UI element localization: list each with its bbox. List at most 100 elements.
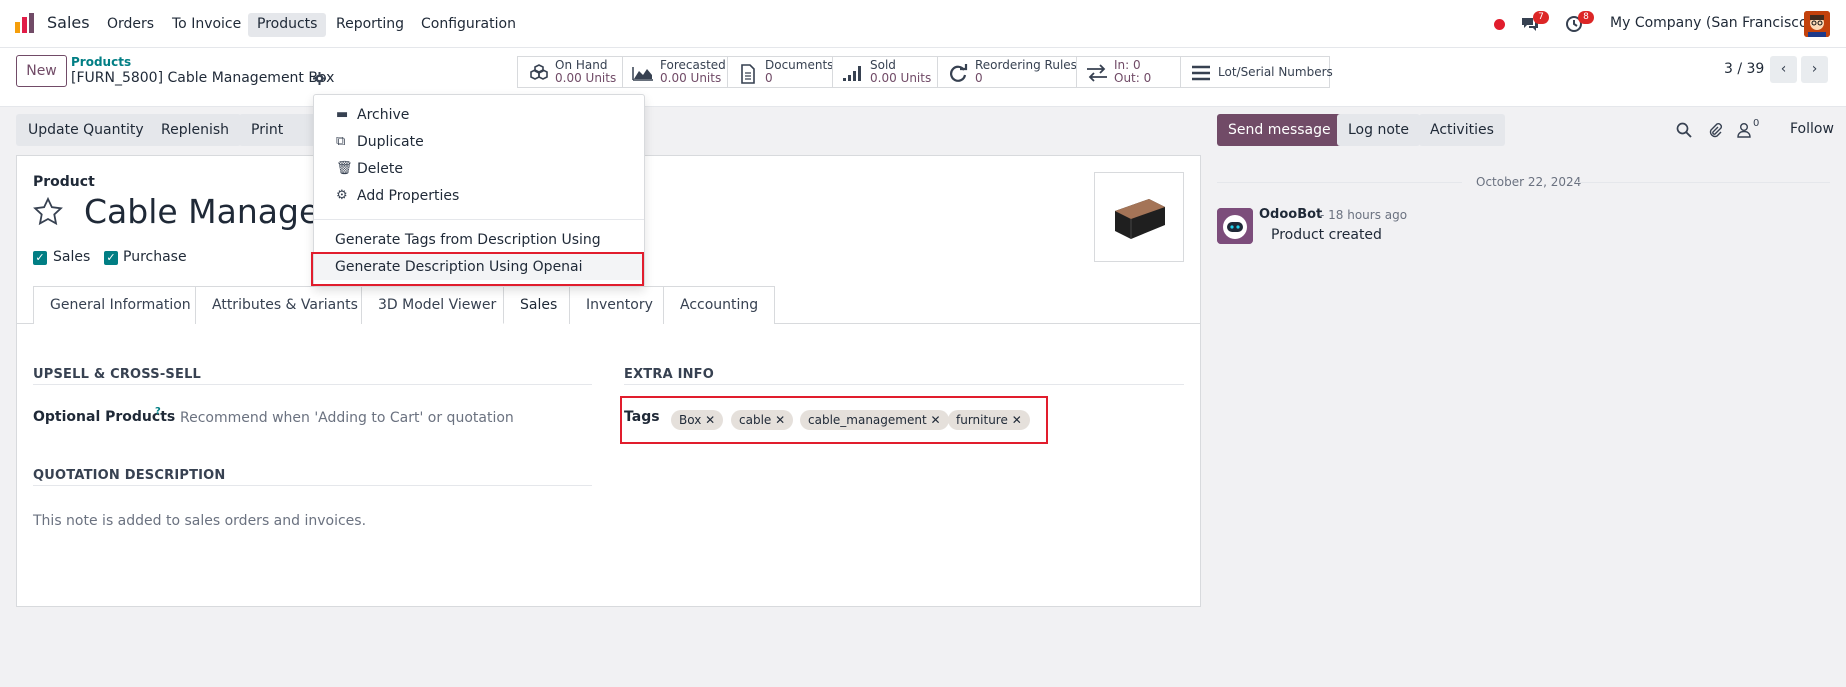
delete-menu-label: Delete — [357, 161, 403, 177]
refresh-icon — [946, 64, 970, 82]
archive-icon: ▬ — [336, 107, 349, 122]
recording-dot-icon[interactable] — [1494, 19, 1505, 30]
top-navbar: Sales Orders To Invoice Products Reporti… — [0, 0, 1846, 48]
delete-menu-item[interactable]: 🗑 Delete — [314, 156, 644, 182]
tab-3d-model-viewer[interactable]: 3D Model Viewer — [361, 286, 514, 324]
extra-info-section-title: EXTRA INFO — [624, 367, 715, 382]
exchange-icon — [1085, 64, 1109, 82]
forecasted-value: 0.00 Units — [660, 71, 722, 85]
generate-description-highlight-box — [311, 252, 644, 286]
on-hand-label: On Hand — [555, 58, 608, 72]
product-name[interactable]: Cable Managen — [84, 192, 314, 231]
archive-menu-label: Archive — [357, 107, 410, 123]
favorite-star-icon[interactable] — [32, 196, 64, 228]
quotation-description-title: QUOTATION DESCRIPTION — [33, 468, 226, 483]
cubes-icon — [526, 64, 550, 82]
cogs-icon: ⚙ — [336, 188, 348, 203]
company-switcher[interactable]: My Company (San Francisco) — [1610, 15, 1813, 31]
smart-button-reordering-rules[interactable]: Reordering Rules 0 — [937, 56, 1077, 88]
documents-value: 0 — [765, 71, 773, 85]
menu-products[interactable]: Products — [248, 13, 327, 37]
in-label: In: 0 — [1114, 58, 1141, 72]
smart-button-lot-serial[interactable]: Lot/Serial Numbers — [1180, 56, 1333, 88]
archive-menu-item[interactable]: ▬ Archive — [314, 102, 644, 128]
tab-sales[interactable]: Sales — [503, 286, 575, 324]
sales-checkbox[interactable]: ✓ — [33, 251, 47, 265]
sales-checkbox-label: Sales — [53, 249, 91, 265]
tab-accounting[interactable]: Accounting — [663, 286, 776, 324]
product-field-label: Product — [33, 174, 95, 190]
smart-button-sold[interactable]: Sold 0.00 Units — [832, 56, 938, 88]
message-author[interactable]: OdooBot — [1259, 207, 1322, 222]
tab-attributes-variants[interactable]: Attributes & Variants — [195, 286, 375, 324]
signal-icon — [841, 64, 865, 82]
generate-tags-menu-item[interactable]: Generate Tags from Description Using Ope… — [314, 227, 644, 274]
log-note-button[interactable]: Log note — [1337, 114, 1420, 146]
lot-serial-label: Lot/Serial Numbers — [1218, 65, 1333, 79]
chatter-date-separator: October 22, 2024 — [1476, 175, 1582, 189]
messages-badge: 7 — [1533, 11, 1549, 24]
add-properties-menu-label: Add Properties — [357, 188, 460, 204]
menu-orders[interactable]: Orders — [98, 13, 163, 37]
purchase-checkbox-label: Purchase — [123, 249, 187, 265]
trash-icon: 🗑 — [336, 161, 353, 176]
quotation-description-divider — [33, 485, 592, 486]
breadcrumb-current: [FURN_5800] Cable Management Box — [71, 70, 335, 86]
message-body: Product created — [1271, 227, 1382, 243]
copy-icon: ⧉ — [336, 134, 346, 149]
attachment-paperclip-icon[interactable] — [1707, 122, 1723, 138]
smart-button-on-hand[interactable]: On Hand 0.00 Units — [517, 56, 623, 88]
optional-products-label: Optional Products — [33, 409, 176, 425]
message-time: - 18 hours ago — [1320, 208, 1408, 222]
purchase-checkbox[interactable]: ✓ — [104, 251, 118, 265]
file-icon — [736, 64, 760, 84]
smart-button-forecasted[interactable]: Forecasted 0.00 Units — [622, 56, 728, 88]
odoobot-avatar[interactable] — [1217, 208, 1253, 244]
app-name[interactable]: Sales — [47, 13, 90, 32]
reordering-rules-value: 0 — [975, 71, 983, 85]
tab-inventory[interactable]: Inventory — [569, 286, 670, 324]
menu-configuration[interactable]: Configuration — [412, 13, 525, 37]
print-labels-button[interactable]: Print Labe — [239, 114, 323, 146]
extra-info-section-divider — [624, 384, 1184, 385]
dropdown-divider — [314, 219, 644, 220]
forecasted-label: Forecasted — [660, 58, 726, 72]
on-hand-value: 0.00 Units — [555, 71, 617, 85]
new-button[interactable]: New — [16, 55, 67, 87]
chatter-search-icon[interactable] — [1676, 122, 1692, 138]
follow-button[interactable]: Follow — [1790, 121, 1834, 137]
record-gear-icon[interactable] — [313, 72, 326, 85]
product-image[interactable] — [1094, 172, 1184, 262]
send-message-button[interactable]: Send message — [1217, 114, 1342, 146]
user-avatar[interactable] — [1804, 11, 1830, 37]
tags-highlight-box — [620, 396, 1048, 444]
followers-user-icon[interactable] — [1737, 122, 1751, 138]
replenish-button[interactable]: Replenish — [149, 114, 242, 146]
tab-general-information[interactable]: General Information — [33, 286, 208, 324]
optional-products-help-icon[interactable]: ? — [155, 406, 161, 417]
date-separator-line-left — [1217, 182, 1462, 183]
quotation-description-input[interactable]: This note is added to sales orders and i… — [33, 513, 366, 529]
area-chart-icon — [631, 64, 655, 82]
activities-button[interactable]: Activities — [1419, 114, 1505, 146]
followers-count: 0 — [1753, 118, 1760, 129]
add-properties-menu-item[interactable]: ⚙ Add Properties — [314, 183, 644, 209]
date-separator-line-right — [1577, 182, 1830, 183]
duplicate-menu-item[interactable]: ⧉ Duplicate — [314, 129, 644, 155]
smart-button-documents[interactable]: Documents 0 — [727, 56, 833, 88]
menu-reporting[interactable]: Reporting — [327, 13, 413, 37]
menu-to-invoice[interactable]: To Invoice — [163, 13, 250, 37]
activities-badge: 8 — [1578, 11, 1594, 24]
bars-icon — [1189, 64, 1213, 82]
smart-button-in-out[interactable]: In: 0 Out: 0 — [1076, 56, 1181, 88]
documents-label: Documents — [765, 58, 834, 72]
optional-products-input[interactable]: Recommend when 'Adding to Cart' or quota… — [180, 410, 590, 426]
pager-previous-button[interactable]: ‹ — [1770, 56, 1797, 83]
apps-menu-icon[interactable] — [14, 12, 36, 34]
pager-value[interactable]: 3 / 39 — [1724, 61, 1764, 77]
upsell-section-title: UPSELL & CROSS-SELL — [33, 367, 202, 382]
pager-next-button[interactable]: › — [1801, 56, 1828, 83]
update-quantity-button[interactable]: Update Quantity — [16, 114, 156, 146]
breadcrumb-parent[interactable]: Products — [71, 55, 131, 69]
sold-label: Sold — [870, 58, 896, 72]
